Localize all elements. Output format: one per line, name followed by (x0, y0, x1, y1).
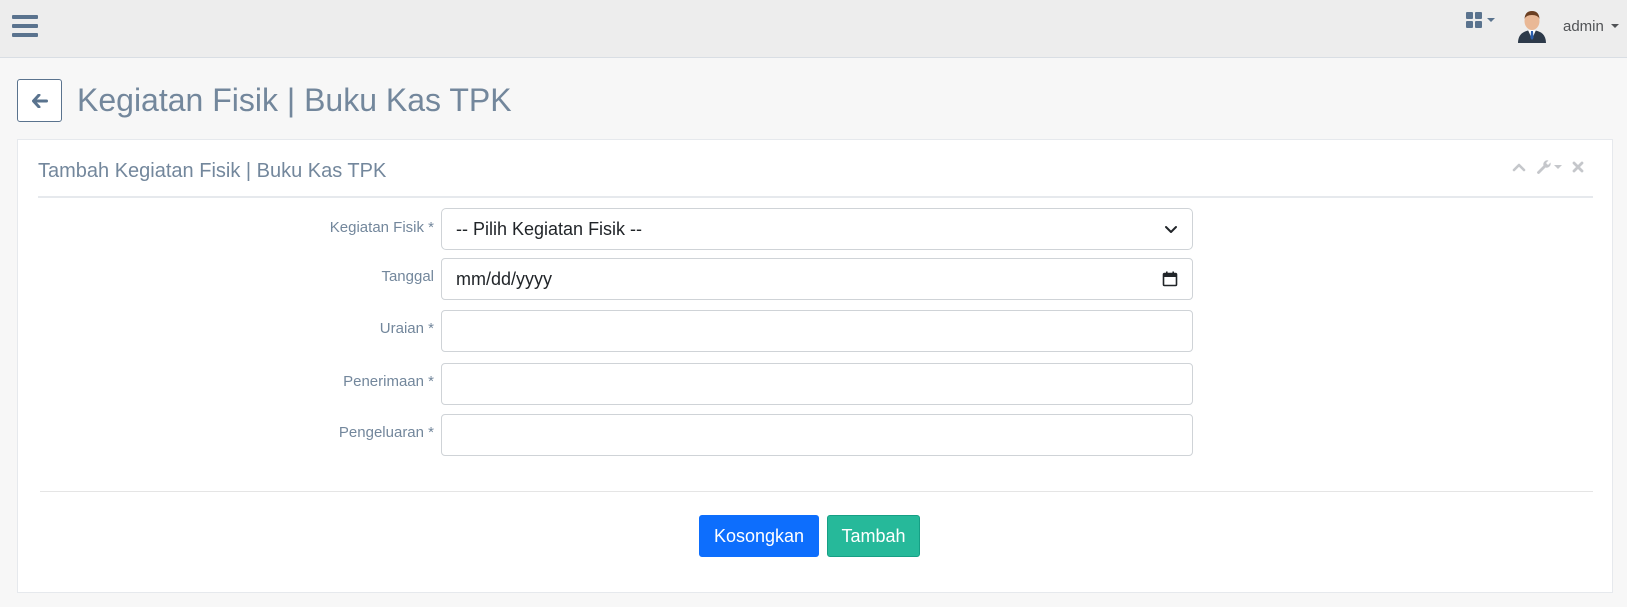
grid-icon (1466, 12, 1482, 28)
kegiatan-fisik-label: Kegiatan Fisik * (329, 219, 434, 236)
close-link[interactable] (1572, 161, 1584, 173)
chevron-up-icon (1512, 163, 1526, 172)
pengeluaran-label: Pengeluaran * (338, 424, 434, 441)
wrench-icon (1537, 160, 1551, 174)
caret-down-icon (1554, 165, 1562, 169)
page-header: Kegiatan Fisik | Buku Kas TPK (17, 79, 512, 122)
apps-dropdown-toggle[interactable] (1466, 12, 1495, 28)
hamburger-icon[interactable] (12, 15, 38, 39)
user-avatar (1516, 9, 1548, 43)
back-button[interactable] (17, 79, 62, 122)
page-title: Kegiatan Fisik | Buku Kas TPK (77, 82, 512, 118)
panel-divider (38, 196, 1593, 198)
panel-toolbox (1512, 159, 1584, 175)
pengeluaran-input[interactable] (441, 414, 1193, 456)
form-panel: Tambah Kegiatan Fisik | Buku Kas TPK Keg… (17, 139, 1613, 593)
caret-down-icon (1610, 24, 1619, 28)
tanggal-placeholder: mm/dd/yyyy (456, 268, 553, 289)
close-icon (1572, 161, 1584, 173)
caret-down-icon (1487, 18, 1495, 22)
collapse-link[interactable] (1512, 162, 1526, 172)
form-divider (40, 491, 1593, 492)
penerimaan-label: Penerimaan * (343, 373, 434, 390)
user-dropdown-toggle[interactable]: admin (1516, 9, 1619, 43)
settings-dropdown[interactable] (1536, 159, 1562, 175)
uraian-label: Uraian * (379, 320, 434, 337)
arrow-left-icon (31, 93, 48, 108)
tanggal-label: Tanggal (381, 268, 434, 285)
kosongkan-button[interactable]: Kosongkan (699, 515, 819, 557)
panel-title: Tambah Kegiatan Fisik | Buku Kas TPK (38, 160, 387, 182)
kegiatan-fisik-selected: -- Pilih Kegiatan Fisik -- (456, 218, 643, 239)
uraian-input[interactable] (441, 310, 1193, 352)
kegiatan-fisik-select[interactable]: -- Pilih Kegiatan Fisik -- (441, 208, 1193, 250)
chevron-down-icon (1165, 225, 1177, 233)
user-name: admin (1563, 17, 1604, 35)
tanggal-date-input[interactable]: mm/dd/yyyy (441, 258, 1193, 300)
penerimaan-input[interactable] (441, 363, 1193, 405)
top-navbar: admin (0, 0, 1627, 58)
tambah-button[interactable]: Tambah (827, 515, 920, 557)
calendar-icon[interactable] (1162, 271, 1178, 287)
